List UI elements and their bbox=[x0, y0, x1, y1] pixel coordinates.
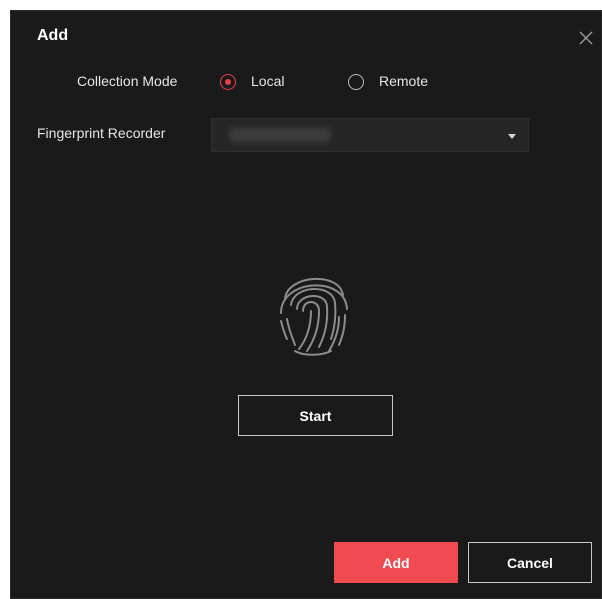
fingerprint-icon bbox=[280, 277, 348, 356]
fingerprint-recorder-select[interactable] bbox=[211, 118, 529, 152]
local-radio-label[interactable]: Local bbox=[251, 73, 284, 89]
chevron-down-icon[interactable] bbox=[508, 134, 516, 139]
cancel-button[interactable]: Cancel bbox=[468, 542, 592, 583]
remote-radio-label[interactable]: Remote bbox=[379, 73, 428, 89]
redacted-value bbox=[230, 128, 330, 142]
add-dialog: Add Collection Mode Local Remote Fingerp… bbox=[10, 10, 602, 599]
dialog-title: Add bbox=[37, 27, 69, 44]
fingerprint-recorder-label: Fingerprint Recorder bbox=[37, 125, 166, 141]
add-button[interactable]: Add bbox=[334, 542, 458, 583]
start-button[interactable]: Start bbox=[238, 395, 393, 436]
remote-radio[interactable] bbox=[348, 74, 364, 90]
local-radio[interactable] bbox=[220, 74, 236, 90]
close-icon[interactable] bbox=[577, 29, 595, 47]
collection-mode-label: Collection Mode bbox=[77, 73, 178, 89]
